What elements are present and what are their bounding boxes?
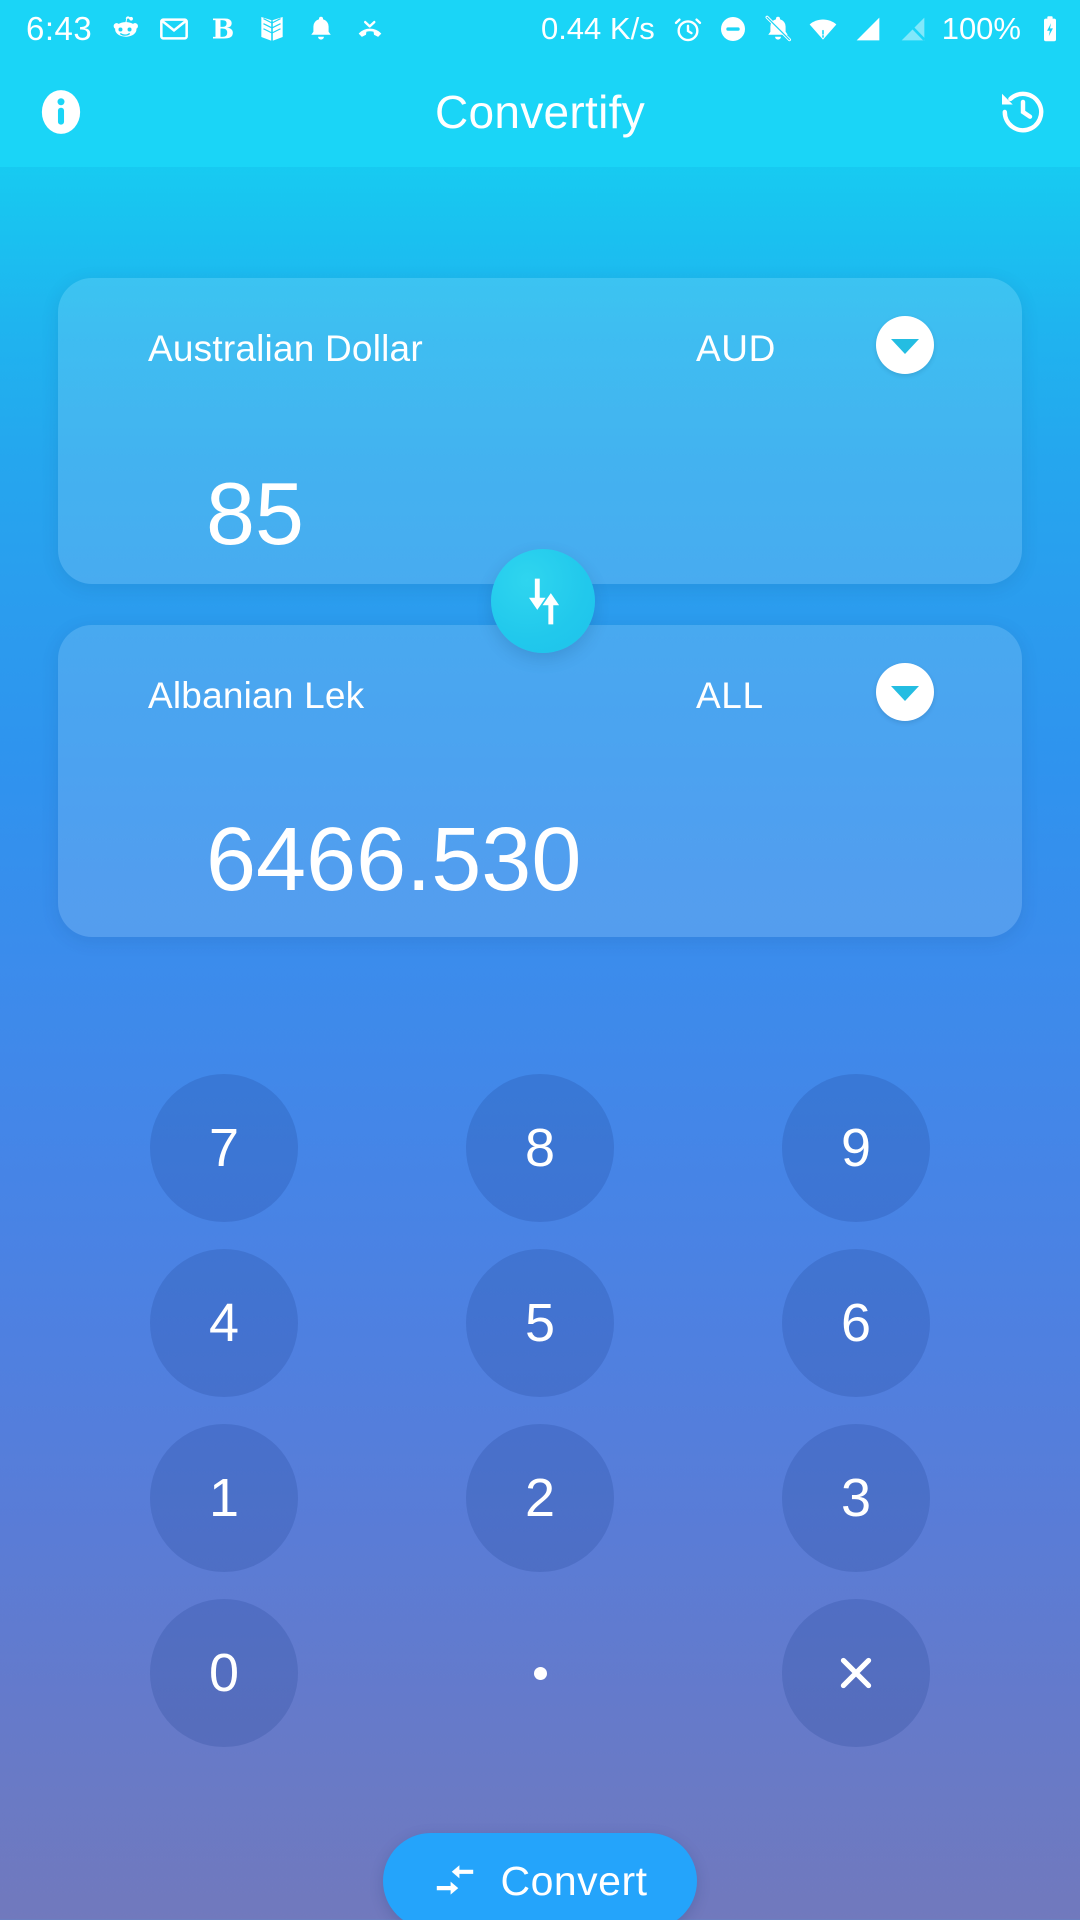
network-speed: 0.44 K/s — [540, 11, 655, 46]
key-0[interactable]: 0 — [150, 1599, 298, 1747]
battery-percent: 100% — [941, 11, 1021, 46]
keypad-row: 7 8 9 — [0, 1060, 1080, 1235]
key-5[interactable]: 5 — [466, 1249, 614, 1397]
to-currency-dropdown-button[interactable] — [876, 663, 934, 721]
wifi-icon — [807, 13, 839, 45]
signal-icon — [852, 13, 884, 45]
key-7[interactable]: 7 — [150, 1074, 298, 1222]
convert-button-label: Convert — [500, 1857, 648, 1904]
from-currency-card[interactable]: Australian Dollar AUD 85 — [58, 278, 1022, 584]
to-currency-name: Albanian Lek — [148, 675, 365, 716]
svg-text:B: B — [212, 14, 235, 45]
key-3[interactable]: 3 — [782, 1424, 930, 1572]
status-bar: 6:43 B 0.44 K/s 100% — [0, 0, 1080, 57]
keypad-row: 4 5 6 — [0, 1235, 1080, 1410]
key-label: 5 — [524, 1293, 556, 1353]
keypad-row: 1 2 3 — [0, 1410, 1080, 1585]
key-label: 9 — [840, 1118, 872, 1178]
from-currency-name: Australian Dollar — [148, 328, 423, 369]
status-clock: 6:43 — [26, 10, 93, 47]
status-bar-left: 6:43 B — [26, 12, 386, 45]
key-label: 2 — [524, 1468, 556, 1528]
to-amount-value: 6466.530 — [206, 810, 582, 910]
from-amount-value[interactable]: 85 — [206, 470, 304, 558]
close-icon — [830, 1647, 882, 1699]
alarm-icon — [672, 13, 704, 45]
key-label: 4 — [208, 1293, 240, 1353]
battery-charging-icon — [1034, 13, 1066, 45]
convert-button[interactable]: Convert — [383, 1833, 697, 1920]
from-currency-dropdown-button[interactable] — [876, 316, 934, 374]
key-label: 6 — [840, 1293, 872, 1353]
from-currency-row: Australian Dollar AUD — [58, 316, 1022, 382]
do-not-disturb-icon — [717, 13, 749, 45]
decimal-dot-icon — [533, 1666, 547, 1680]
swap-currencies-button[interactable] — [491, 549, 595, 653]
page-title: Convertify — [434, 86, 646, 138]
key-decimal[interactable] — [466, 1599, 614, 1747]
key-2[interactable]: 2 — [466, 1424, 614, 1572]
key-9[interactable]: 9 — [782, 1074, 930, 1222]
reddit-icon — [109, 13, 141, 45]
to-currency-card[interactable]: Albanian Lek ALL 6466.530 — [58, 625, 1022, 937]
chevron-down-icon — [891, 686, 919, 701]
keypad-row: 0 — [0, 1585, 1080, 1760]
to-currency-row: Albanian Lek ALL — [58, 663, 1022, 729]
mute-bell-icon — [762, 13, 794, 45]
key-label: 3 — [840, 1468, 872, 1528]
key-4[interactable]: 4 — [150, 1249, 298, 1397]
key-label: 0 — [208, 1643, 240, 1703]
gmail-icon — [158, 13, 190, 45]
key-clear[interactable] — [782, 1599, 930, 1747]
bitwarden-icon: B — [207, 13, 239, 45]
history-icon — [995, 84, 1051, 140]
from-currency-code: AUD — [696, 328, 776, 369]
key-label: 7 — [208, 1118, 240, 1178]
to-currency-code: ALL — [696, 675, 764, 716]
compress-arrows-icon — [432, 1858, 478, 1904]
sim-off-icon — [897, 13, 929, 45]
status-bar-right: 0.44 K/s 100% — [541, 13, 1066, 45]
app-header: Convertify — [0, 57, 1080, 167]
missed-call-icon — [354, 13, 386, 45]
key-8[interactable]: 8 — [466, 1074, 614, 1222]
numeric-keypad: 7 8 9 4 5 6 1 2 3 0 — [0, 1060, 1080, 1760]
key-label: 8 — [524, 1118, 556, 1178]
key-1[interactable]: 1 — [150, 1424, 298, 1572]
book-icon — [256, 13, 288, 45]
chevron-down-icon — [891, 339, 919, 354]
swap-vertical-icon — [515, 573, 571, 629]
bell-icon — [305, 13, 337, 45]
key-label: 1 — [208, 1468, 240, 1528]
key-6[interactable]: 6 — [782, 1249, 930, 1397]
history-button[interactable] — [992, 81, 1054, 143]
